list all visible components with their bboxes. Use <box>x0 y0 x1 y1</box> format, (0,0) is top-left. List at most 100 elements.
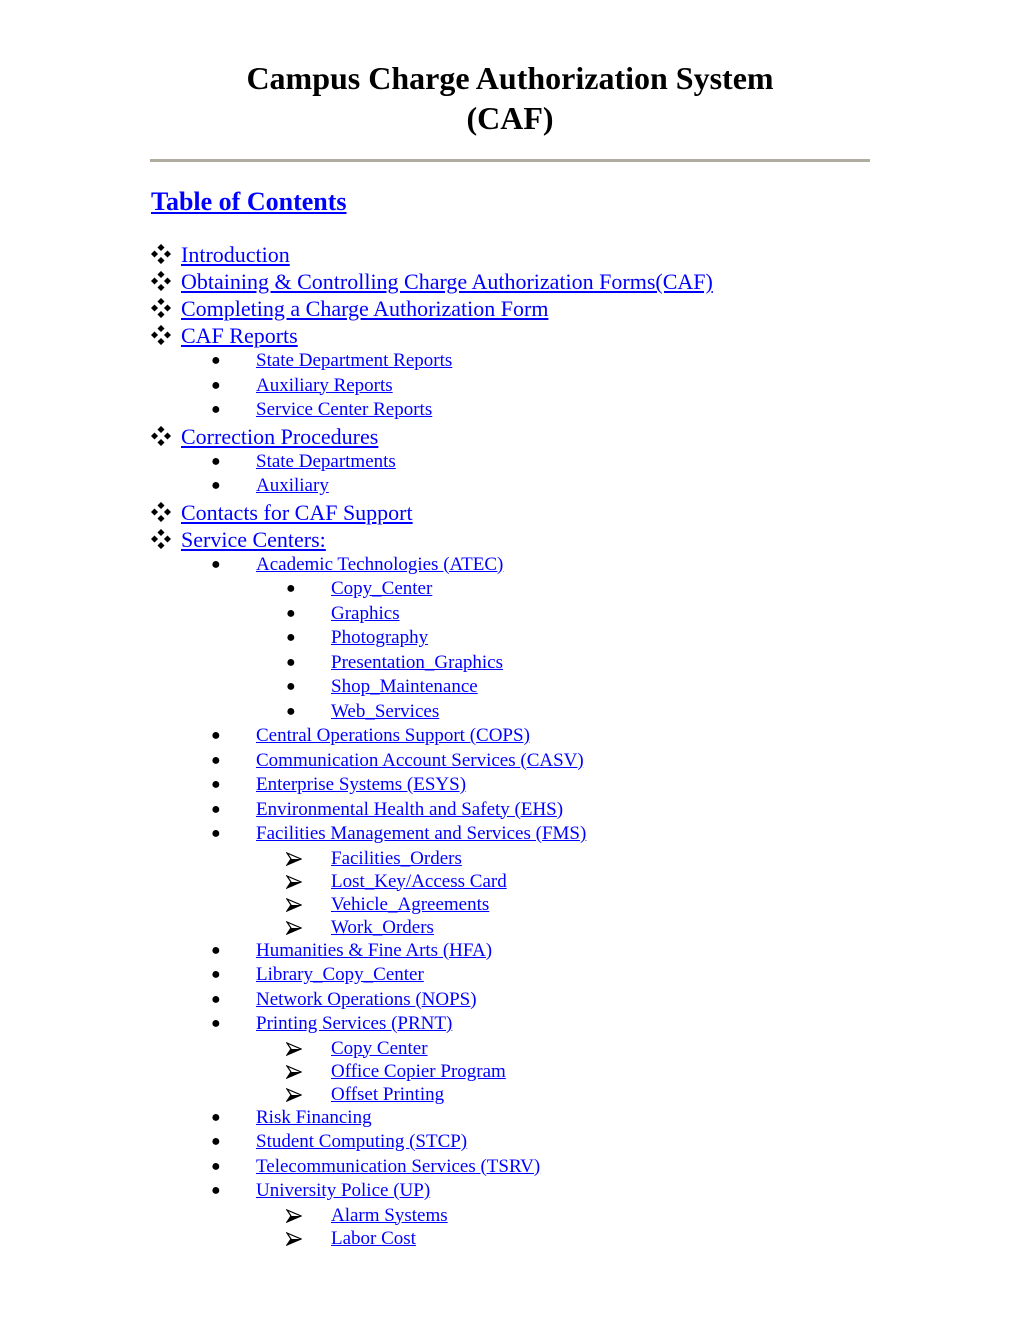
dot-bullet-icon: ● <box>286 580 296 597</box>
toc-link[interactable]: Facilities_Orders <box>331 847 462 870</box>
toc-link[interactable]: Printing Services (PRNT) <box>256 1012 452 1036</box>
dot-bullet-icon: ● <box>286 653 296 671</box>
dot-bullet-icon: ● <box>211 352 221 369</box>
toc-item: ● Environmental Health and Safety (EHS) <box>0 798 1020 823</box>
toc-link[interactable]: Risk Financing <box>256 1106 372 1130</box>
toc-item: ● Library_Copy_Center <box>0 963 1020 988</box>
dot-bullet-icon: ● <box>211 1015 221 1032</box>
toc-item: ● Academic Technologies (ATEC) <box>0 553 1020 578</box>
toc-item: Contacts for CAF Support <box>0 499 1020 526</box>
arrow-bullet-icon <box>286 870 302 893</box>
toc-link[interactable]: Completing a Charge Authorization Form <box>181 295 548 322</box>
toc-item: ● State Departments <box>0 450 1020 475</box>
toc-item: ● Web_Services <box>0 700 1020 725</box>
toc-link[interactable]: Library_Copy_Center <box>256 963 424 987</box>
dot-bullet-icon: ● <box>286 678 296 695</box>
toc-link[interactable]: Web_Services <box>331 700 439 724</box>
toc-item: ● Auxiliary <box>0 474 1020 499</box>
toc-link[interactable]: Network Operations (NOPS) <box>256 988 477 1012</box>
toc-link[interactable]: Alarm Systems <box>331 1204 448 1227</box>
arrow-bullet-icon <box>286 1037 302 1060</box>
toc-link[interactable]: Vehicle_Agreements <box>331 893 489 916</box>
toc-link[interactable]: Lost_Key/Access Card <box>331 870 507 893</box>
toc-link[interactable]: Humanities & Fine Arts (HFA) <box>256 939 492 963</box>
arrow-bullet-icon <box>286 893 302 916</box>
diamond-bullet-icon <box>151 322 171 350</box>
diamond-bullet-icon <box>151 423 171 451</box>
toc-item: ● Student Computing (STCP) <box>0 1130 1020 1155</box>
toc-link[interactable]: Communication Account Services (CASV) <box>256 749 584 773</box>
toc-link[interactable]: Work_Orders <box>331 916 434 939</box>
diamond-bullet-icon <box>151 268 171 296</box>
toc-link[interactable]: Central Operations Support (COPS) <box>256 724 530 748</box>
toc-item: Offset Printing <box>0 1083 1020 1106</box>
toc-link[interactable]: State Department Reports <box>256 349 452 373</box>
arrow-bullet-icon <box>286 916 302 939</box>
toc-item: ● Copy_Center <box>0 577 1020 602</box>
toc-link[interactable]: Academic Technologies (ATEC) <box>256 553 503 577</box>
toc-link[interactable]: University Police (UP) <box>256 1179 430 1203</box>
toc-link[interactable]: Service Center Reports <box>256 398 432 422</box>
document-title-line1: Campus Charge Authorization System <box>246 60 774 96</box>
toc-item: ● Presentation_Graphics <box>0 651 1020 676</box>
toc-link[interactable]: Auxiliary Reports <box>256 374 393 398</box>
toc-item: ● Facilities Management and Services (FMS… <box>0 822 1020 847</box>
toc-item: Lost_Key/Access Card <box>0 870 1020 893</box>
toc-item: ● Risk Financing <box>0 1106 1020 1131</box>
toc-item: ● Telecommunication Services (TSRV) <box>0 1155 1020 1180</box>
toc-link[interactable]: Student Computing (STCP) <box>256 1130 467 1154</box>
toc-item: ● Central Operations Support (COPS) <box>0 724 1020 749</box>
toc-link[interactable]: Graphics <box>331 602 400 626</box>
dot-bullet-icon: ● <box>211 376 221 394</box>
toc-link[interactable]: Shop_Maintenance <box>331 675 478 699</box>
toc-link[interactable]: Telecommunication Services (TSRV) <box>256 1155 540 1179</box>
horizontal-rule <box>150 159 870 162</box>
dot-bullet-icon: ● <box>211 776 221 793</box>
toc-link[interactable]: Introduction <box>181 241 290 268</box>
toc-item: ● State Department Reports <box>0 349 1020 374</box>
toc-item: ● Graphics <box>0 602 1020 627</box>
toc-item: Correction Procedures <box>0 423 1020 450</box>
toc-link[interactable]: Photography <box>331 626 428 650</box>
toc-item: ● Photography <box>0 626 1020 651</box>
toc-link[interactable]: Copy_Center <box>331 577 432 601</box>
toc-item: ● Service Center Reports <box>0 398 1020 423</box>
toc-link[interactable]: Obtaining & Controlling Charge Authoriza… <box>181 268 713 295</box>
toc-link[interactable]: Contacts for CAF Support <box>181 499 413 526</box>
toc-link[interactable]: Offset Printing <box>331 1083 444 1106</box>
toc-link[interactable]: Auxiliary <box>256 474 329 498</box>
dot-bullet-icon: ● <box>211 825 221 842</box>
dot-bullet-icon: ● <box>286 604 296 622</box>
toc-link[interactable]: Service Centers: <box>181 526 326 553</box>
diamond-bullet-icon <box>151 241 171 269</box>
diamond-bullet-icon <box>151 499 171 527</box>
dot-bullet-icon: ● <box>211 1133 221 1150</box>
arrow-bullet-icon <box>286 1204 302 1227</box>
toc-heading-link[interactable]: Table of Contents <box>151 186 347 218</box>
dot-bullet-icon: ● <box>211 401 221 418</box>
toc-link[interactable]: Labor Cost <box>331 1227 416 1250</box>
diamond-bullet-icon <box>151 526 171 554</box>
toc-link[interactable]: State Departments <box>256 450 396 474</box>
diamond-bullet-icon <box>151 295 171 323</box>
arrow-bullet-icon <box>286 1083 302 1106</box>
document-title-line2: (CAF) <box>466 100 554 136</box>
toc-link[interactable]: Presentation_Graphics <box>331 651 503 675</box>
toc-link[interactable]: Facilities Management and Services (FMS) <box>256 822 586 846</box>
dot-bullet-icon: ● <box>286 629 296 646</box>
toc-item: Facilities_Orders <box>0 847 1020 870</box>
toc-link[interactable]: Enterprise Systems (ESYS) <box>256 773 466 797</box>
arrow-bullet-icon <box>286 1227 302 1250</box>
toc-item: Copy Center <box>0 1037 1020 1060</box>
dot-bullet-icon: ● <box>211 452 221 470</box>
toc-item: ● Auxiliary Reports <box>0 374 1020 399</box>
toc-item: ● Humanities & Fine Arts (HFA) <box>0 939 1020 964</box>
toc-link[interactable]: Correction Procedures <box>181 423 378 450</box>
arrow-bullet-icon <box>286 847 302 870</box>
toc-link[interactable]: Office Copier Program <box>331 1060 506 1083</box>
toc-link[interactable]: CAF Reports <box>181 322 298 349</box>
toc-link[interactable]: Copy Center <box>331 1037 428 1060</box>
dot-bullet-icon: ● <box>211 990 221 1008</box>
toc-link[interactable]: Environmental Health and Safety (EHS) <box>256 798 563 822</box>
toc-item: Alarm Systems <box>0 1204 1020 1227</box>
